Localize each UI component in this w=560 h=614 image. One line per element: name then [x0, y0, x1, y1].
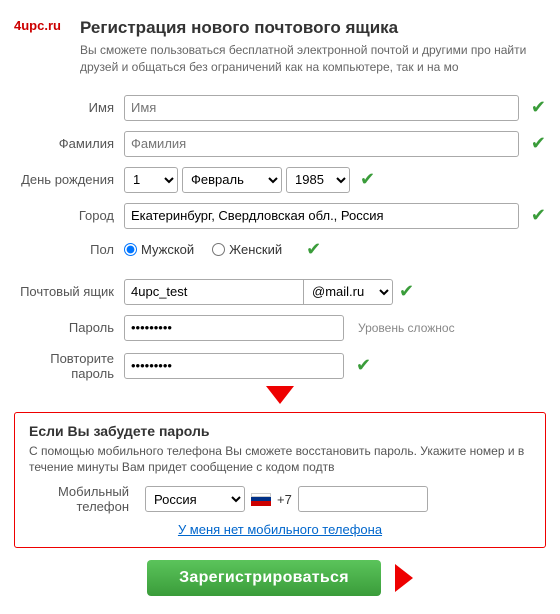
country-select[interactable]: Россия [145, 486, 245, 512]
gender-check-icon: ✔ [306, 239, 321, 260]
name-row: Имя ✔ [0, 90, 560, 126]
site-logo: 4upc.ru [0, 10, 75, 41]
dob-row: День рождения 12345 678910 1112131415 16… [0, 162, 560, 198]
dob-year-select[interactable]: 1985 [286, 167, 350, 193]
gender-row: Пол Мужской Женский ✔ [0, 234, 560, 266]
recovery-arrow-icon [266, 386, 294, 404]
recovery-title: Если Вы забудете пароль [29, 423, 531, 439]
gender-label: Пол [14, 242, 124, 257]
gender-control: Мужской Женский ✔ [124, 239, 546, 260]
recovery-box: Если Вы забудете пароль С помощью мобиль… [14, 412, 546, 549]
confirm-password-row: Повторите пароль ✔ [0, 346, 560, 386]
password-input[interactable] [124, 315, 344, 341]
name-check-icon: ✔ [531, 97, 546, 118]
page-subtitle: Вы сможете пользоваться бесплатной элект… [80, 42, 550, 76]
dob-month-select[interactable]: ЯнварьФевральМартАпрель МайИюньИюльАвгус… [182, 167, 282, 193]
phone-row: Мобильный телефон Россия +7 [29, 484, 531, 514]
surname-input[interactable] [124, 131, 519, 157]
email-input[interactable] [124, 279, 304, 305]
name-control: ✔ [124, 95, 546, 121]
password-label: Пароль [14, 320, 124, 335]
name-label: Имя [14, 100, 124, 115]
city-row: Город ✔ [0, 198, 560, 234]
phone-label: Мобильный телефон [29, 484, 139, 514]
surname-row: Фамилия ✔ [0, 126, 560, 162]
surname-check-icon: ✔ [531, 133, 546, 154]
city-control: ✔ [124, 203, 546, 229]
surname-control: ✔ [124, 131, 546, 157]
phone-input[interactable] [298, 486, 428, 512]
submit-area: Зарегистрироваться [14, 560, 546, 596]
city-input[interactable] [124, 203, 519, 229]
password-strength-label: Уровень сложнос [358, 321, 455, 335]
dob-label: День рождения [14, 172, 124, 187]
email-check-icon: ✔ [399, 281, 414, 302]
recovery-arrow-area [0, 386, 560, 404]
password-row: Пароль Уровень сложнос [0, 310, 560, 346]
email-label: Почтовый ящик [14, 284, 124, 299]
gender-female-text: Женский [229, 242, 282, 257]
recovery-subtitle: С помощью мобильного телефона Вы сможете… [29, 443, 531, 477]
city-label: Город [14, 208, 124, 223]
dob-day-select[interactable]: 12345 678910 1112131415 1617181920 21222… [124, 167, 178, 193]
email-row: Почтовый ящик @mail.ru@inbox.ru@list.ru@… [0, 274, 560, 310]
gender-male-text: Мужской [141, 242, 194, 257]
submit-button[interactable]: Зарегистрироваться [147, 560, 381, 596]
page-title: Регистрация нового почтового ящика [80, 18, 550, 38]
confirm-label: Повторите пароль [14, 351, 124, 381]
russia-flag-icon [251, 493, 271, 506]
gender-male-radio[interactable] [124, 243, 137, 256]
city-check-icon: ✔ [531, 205, 546, 226]
gender-female-label[interactable]: Женский [212, 242, 282, 257]
no-phone-link[interactable]: У меня нет мобильного телефона [29, 522, 531, 537]
email-control: @mail.ru@inbox.ru@list.ru@bk.ru ✔ [124, 279, 546, 305]
confirm-control: ✔ [124, 353, 546, 379]
gender-male-label[interactable]: Мужской [124, 242, 194, 257]
name-input[interactable] [124, 95, 519, 121]
dob-check-icon: ✔ [360, 169, 375, 190]
password-control: Уровень сложнос [124, 315, 546, 341]
surname-label: Фамилия [14, 136, 124, 151]
confirm-check-icon: ✔ [356, 355, 371, 376]
email-domain-select[interactable]: @mail.ru@inbox.ru@list.ru@bk.ru [304, 279, 393, 305]
gender-female-radio[interactable] [212, 243, 225, 256]
phone-prefix: +7 [277, 492, 292, 507]
submit-arrow-icon [395, 564, 413, 592]
confirm-input[interactable] [124, 353, 344, 379]
dob-control: 12345 678910 1112131415 1617181920 21222… [124, 167, 546, 193]
